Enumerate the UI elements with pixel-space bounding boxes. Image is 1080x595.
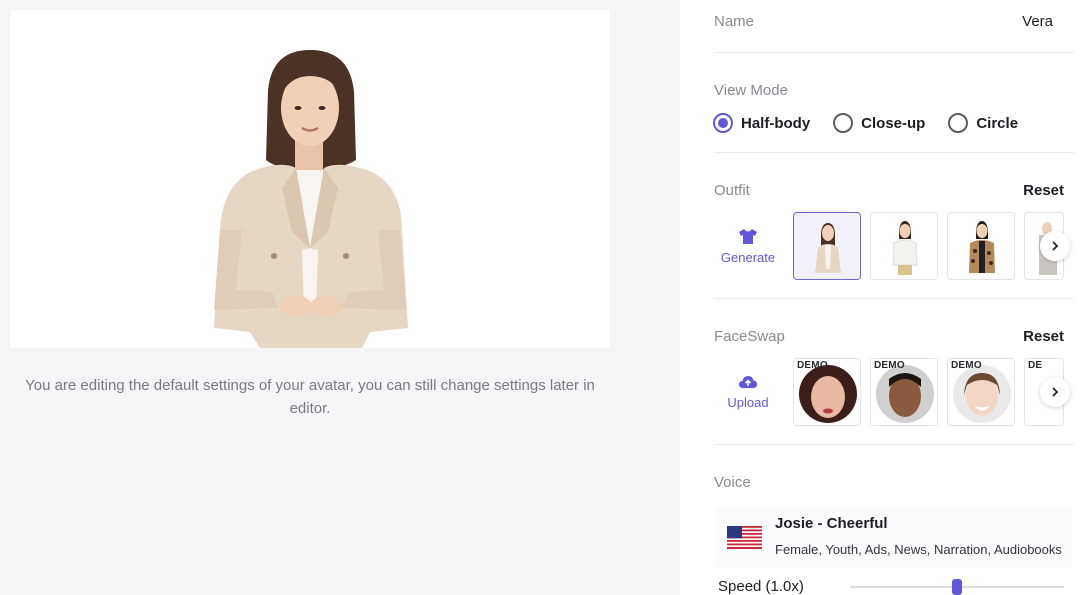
faceswap-next-button[interactable] <box>1040 377 1070 407</box>
outfit-next-button[interactable] <box>1040 231 1070 261</box>
view-mode-label: View Mode <box>714 82 788 99</box>
demo-face-image <box>799 365 857 423</box>
chevron-right-icon <box>1052 387 1059 397</box>
faceswap-label: FaceSwap <box>714 328 785 345</box>
preview-pane: You are editing the default settings of … <box>0 0 680 595</box>
view-mode-half-body-radio[interactable]: Half-body <box>713 113 810 133</box>
generate-outfit-button[interactable]: Generate <box>716 212 780 280</box>
speed-label: Speed (1.0x) <box>718 578 804 595</box>
voice-name: Josie - Cheerful <box>775 515 888 532</box>
faceswap-thumbnails: Upload DEMO DEMO DEMO DE <box>716 358 1064 426</box>
demo-tag: DEMO <box>951 360 982 371</box>
avatar-preview <box>10 10 610 348</box>
divider <box>714 298 1074 299</box>
chevron-right-icon <box>1052 241 1059 251</box>
outfit-leopard-cardigan-image <box>969 221 995 273</box>
outfit-thumbnail[interactable] <box>870 212 938 280</box>
cloud-upload-icon <box>739 376 757 388</box>
generate-label: Generate <box>720 249 776 265</box>
tshirt-icon <box>739 228 757 244</box>
us-flag-icon <box>727 526 762 549</box>
demo-tag: DEMO <box>874 360 905 371</box>
outfit-thumbnails: Generate <box>716 212 1064 280</box>
divider <box>714 52 1074 53</box>
view-mode-radio-group: Half-body Close-up Circle <box>713 113 1041 133</box>
settings-panel: Name Vera View Mode Half-body Close-up C… <box>680 0 1080 595</box>
faceswap-demo-thumbnail[interactable]: DEMO <box>870 358 938 426</box>
voice-selector[interactable]: Josie - Cheerful Female, Youth, Ads, New… <box>716 506 1072 568</box>
view-mode-circle-radio[interactable]: Circle <box>948 113 1018 133</box>
radio-unselected-icon <box>833 113 854 133</box>
faceswap-demo-thumbnail[interactable]: DEMO <box>947 358 1015 426</box>
outfit-thumbnail[interactable] <box>947 212 1015 280</box>
faceswap-reset-button[interactable]: Reset <box>1023 328 1064 345</box>
radio-unselected-icon <box>948 113 969 133</box>
demo-tag: DE <box>1028 360 1043 371</box>
divider <box>714 444 1074 445</box>
voice-tags: Female, Youth, Ads, News, Narration, Aud… <box>775 542 1062 557</box>
upload-face-button[interactable]: Upload <box>716 358 780 426</box>
faceswap-demo-thumbnail[interactable]: DEMO <box>793 358 861 426</box>
speed-slider-handle[interactable] <box>952 579 962 595</box>
voice-label: Voice <box>714 474 751 491</box>
radio-label: Close-up <box>861 114 926 132</box>
radio-label: Half-body <box>741 114 811 132</box>
demo-tag: DEMO <box>797 360 828 371</box>
divider <box>714 152 1074 153</box>
name-value[interactable]: Vera <box>1022 13 1053 30</box>
demo-face-image <box>876 365 934 423</box>
outfit-reset-button[interactable]: Reset <box>1023 182 1064 199</box>
radio-label: Circle <box>976 114 1019 132</box>
outfit-thumbnail-selected[interactable] <box>793 212 861 280</box>
outfit-beige-blazer-image <box>815 223 841 273</box>
demo-face-image <box>953 365 1011 423</box>
name-label: Name <box>714 13 755 30</box>
editing-hint: You are editing the default settings of … <box>25 377 595 417</box>
upload-label: Upload <box>727 395 769 410</box>
outfit-label: Outfit <box>714 182 750 199</box>
radio-selected-icon <box>713 113 733 133</box>
outfit-white-top-image <box>892 221 918 275</box>
view-mode-close-up-radio[interactable]: Close-up <box>833 113 925 133</box>
avatar-image <box>214 50 408 348</box>
